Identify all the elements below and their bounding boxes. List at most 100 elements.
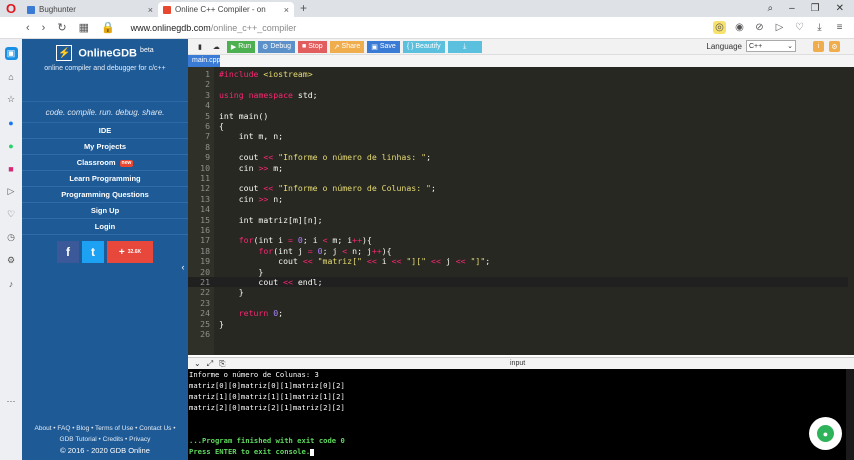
- debug-button[interactable]: ⚙ Debug: [258, 40, 296, 53]
- footer-links-1[interactable]: About • FAQ • Blog • Terms of Use • Cont…: [22, 423, 188, 434]
- nav-sign-up[interactable]: Sign Up: [22, 203, 188, 219]
- facebook-icon[interactable]: f: [57, 241, 79, 263]
- code-line[interactable]: 15 int matriz[m][n];: [188, 215, 854, 225]
- code-line[interactable]: 6{: [188, 121, 854, 131]
- camera-icon[interactable]: ◉: [733, 21, 746, 34]
- share-plus-button[interactable]: +32.6K: [107, 241, 153, 263]
- nav-login[interactable]: Login: [22, 219, 188, 235]
- close-icon[interactable]: ×: [284, 5, 289, 15]
- opera-menu-icon[interactable]: O: [0, 0, 22, 17]
- code-line[interactable]: 7 int m, n;: [188, 131, 854, 141]
- beautify-button[interactable]: { } Beautify: [402, 40, 445, 53]
- chevron-down-icon[interactable]: ⌄: [194, 359, 201, 368]
- nav-ide[interactable]: IDE: [22, 123, 188, 139]
- forward-icon[interactable]: ›: [42, 22, 46, 34]
- code-line[interactable]: 26: [188, 329, 854, 339]
- collapse-sidebar-button[interactable]: ‹: [178, 250, 188, 284]
- info-icon[interactable]: i: [813, 41, 824, 52]
- nav-programming-questions[interactable]: Programming Questions: [22, 187, 188, 203]
- search-icon[interactable]: ⌕: [767, 3, 773, 14]
- tab-onlinegdb[interactable]: Online C++ Compiler - on ×: [158, 2, 294, 17]
- console-output[interactable]: Informe o número de Colunas: 3 matriz[0]…: [188, 369, 854, 460]
- speed-dial-icon[interactable]: ▣: [4, 47, 18, 60]
- code-line[interactable]: 9 cout << "Informe o número de linhas: "…: [188, 152, 854, 162]
- play-icon[interactable]: ▷: [773, 21, 786, 34]
- gear-icon[interactable]: ⚙: [829, 41, 840, 52]
- code-line[interactable]: 14: [188, 204, 854, 214]
- instagram-icon[interactable]: ■: [5, 162, 18, 175]
- settings-icon[interactable]: ⚙: [5, 254, 18, 267]
- vpn-icon[interactable]: ◎: [713, 21, 726, 34]
- code-line[interactable]: 23: [188, 298, 854, 308]
- close-icon[interactable]: ✕: [836, 3, 844, 14]
- code-line[interactable]: 5 int main(): [188, 111, 854, 121]
- more-icon[interactable]: ⋯: [5, 395, 18, 408]
- file-tab[interactable]: main.cpp: [188, 55, 220, 67]
- flow-icon[interactable]: ⊘: [753, 21, 766, 34]
- heart-icon[interactable]: ♡: [793, 21, 806, 34]
- code-line[interactable]: 19 cout << "matriz[" << i << "][" << j <…: [188, 256, 854, 266]
- code-line[interactable]: 20 }: [188, 267, 854, 277]
- code-line[interactable]: 16: [188, 225, 854, 235]
- close-icon[interactable]: ×: [148, 5, 153, 15]
- code-line[interactable]: 2: [188, 79, 854, 89]
- console-prompt-line: Press ENTER to exit console.: [189, 446, 854, 457]
- code-text: }: [219, 318, 224, 329]
- maximize-icon[interactable]: ❐: [811, 3, 820, 14]
- code-line[interactable]: 10 cin >> m;: [188, 163, 854, 173]
- editor-scrollbar[interactable]: [848, 67, 854, 355]
- whatsapp-icon[interactable]: ●: [5, 139, 18, 152]
- code-line[interactable]: 21 cout << endl;: [188, 277, 854, 288]
- minimize-icon[interactable]: –: [789, 3, 795, 14]
- footer-links-2[interactable]: GDB Tutorial • Credits • Privacy: [22, 434, 188, 445]
- share-button[interactable]: ↗ Share: [329, 40, 365, 53]
- nav-my-projects[interactable]: My Projects: [22, 139, 188, 155]
- code-text: }: [219, 266, 264, 277]
- terminal-icon[interactable]: ⎘: [219, 359, 225, 369]
- line-number: 2: [205, 79, 210, 90]
- nav-learn-programming[interactable]: Learn Programming: [22, 171, 188, 187]
- star-icon[interactable]: ☆: [5, 93, 18, 106]
- code-line[interactable]: 1 #include <iostream>: [188, 69, 854, 79]
- save-button[interactable]: ▣ Save: [367, 40, 400, 53]
- code-line[interactable]: 17 for(int i = 0; i < m; i++){: [188, 235, 854, 245]
- send-icon[interactable]: ▷: [5, 185, 18, 198]
- download-button[interactable]: ⤓: [447, 40, 482, 53]
- chat-button[interactable]: ●: [809, 417, 842, 450]
- expand-icon[interactable]: ⤢: [207, 359, 213, 369]
- nav-classroom[interactable]: Classroom new: [22, 155, 188, 171]
- heart-icon[interactable]: ♡: [5, 208, 18, 221]
- twitter-icon[interactable]: t: [82, 241, 104, 263]
- tabs-grid-icon[interactable]: ▦: [79, 21, 89, 34]
- home-icon[interactable]: ⌂: [5, 70, 18, 83]
- language-select[interactable]: C++ ⌄: [746, 40, 796, 52]
- run-button[interactable]: ▶ Run: [226, 40, 256, 53]
- new-tab-button[interactable]: +: [294, 2, 313, 17]
- code-line[interactable]: 22 }: [188, 287, 854, 297]
- code-line[interactable]: 24 return 0;: [188, 308, 854, 318]
- menu-icon[interactable]: ≡: [833, 21, 846, 34]
- code-line[interactable]: 18 for(int j = 0; j < n; j++){: [188, 246, 854, 256]
- url-field[interactable]: www.onlinegdb.com/online_c++_compiler: [131, 23, 297, 33]
- code-line[interactable]: 4: [188, 100, 854, 110]
- code-editor[interactable]: 1 #include <iostream> 2 3 using namespace st…: [188, 67, 854, 355]
- console-scrollbar[interactable]: [846, 369, 854, 460]
- brand-name[interactable]: OnlineGDB beta: [78, 47, 153, 60]
- code-line[interactable]: 25}: [188, 319, 854, 329]
- code-line[interactable]: 13 cin >> n;: [188, 194, 854, 204]
- stop-button[interactable]: ■ Stop: [298, 40, 327, 53]
- back-icon[interactable]: ‹: [26, 22, 30, 34]
- messenger-icon[interactable]: ●: [5, 116, 18, 129]
- reload-icon[interactable]: ↻: [57, 21, 66, 34]
- tab-bughunter[interactable]: Bughunter ×: [22, 2, 158, 17]
- history-icon[interactable]: ◷: [5, 231, 18, 244]
- new-file-icon[interactable]: ▮: [194, 41, 206, 53]
- lightbulb-icon[interactable]: ♪: [5, 277, 18, 290]
- code-line[interactable]: 12 cout << "Informe o número de Colunas:…: [188, 183, 854, 193]
- code-line[interactable]: 8: [188, 142, 854, 152]
- code-line[interactable]: 11: [188, 173, 854, 183]
- upload-icon[interactable]: ☁: [209, 41, 224, 53]
- line-number: 7: [205, 131, 210, 142]
- code-line[interactable]: 3 using namespace std;: [188, 90, 854, 100]
- download-icon[interactable]: ⤓: [813, 21, 826, 34]
